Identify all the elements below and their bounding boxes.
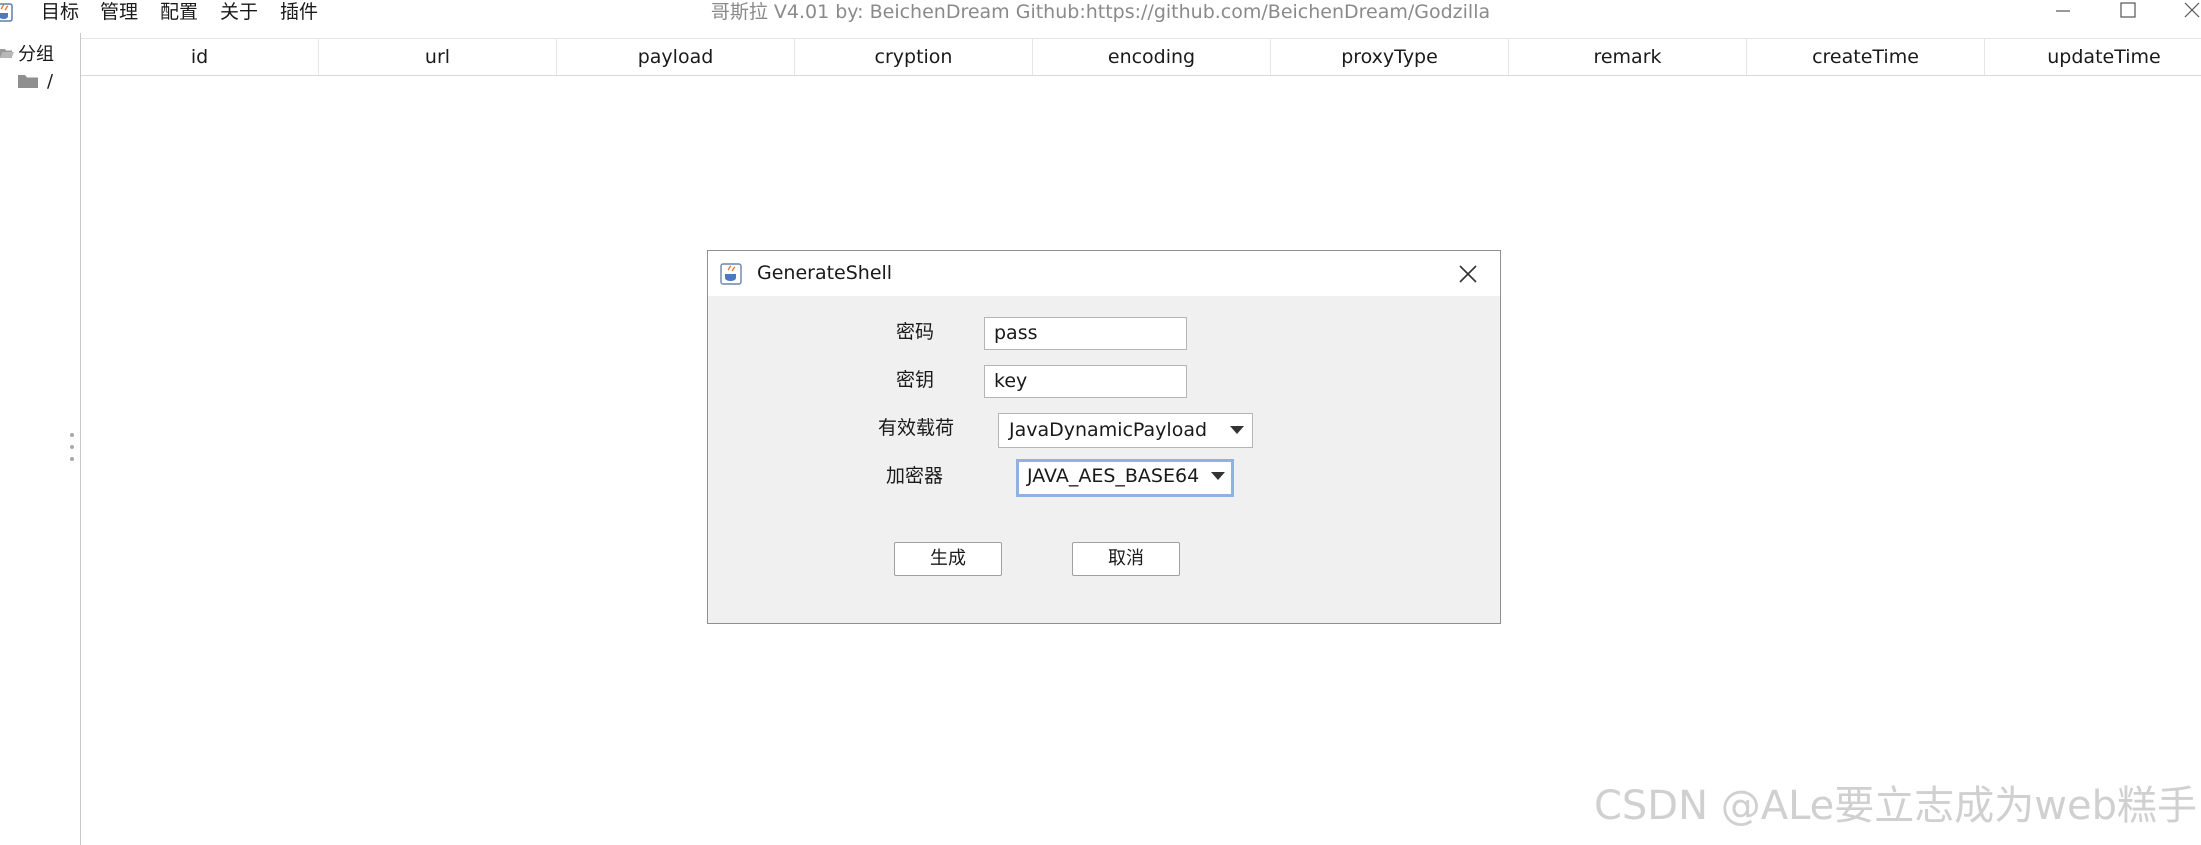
cryption-select-value: JAVA_AES_BASE64 (1027, 465, 1200, 487)
cryption-select[interactable]: JAVA_AES_BASE64 (1016, 459, 1234, 497)
tree-root-label: 分组 (18, 44, 54, 65)
title-menu-bar: 目标 管理 配置 关于 插件 哥斯拉 V4.01 by: BeichenDrea… (0, 0, 2201, 33)
window-title: 哥斯拉 V4.01 by: BeichenDream Github:https:… (710, 1, 1491, 23)
column-header-id[interactable]: id (81, 39, 319, 75)
open-folder-icon (0, 49, 14, 58)
key-label: 密钥 (896, 369, 935, 391)
payload-select[interactable]: JavaDynamicPayload (998, 413, 1253, 448)
splitter-grip-icon (69, 433, 75, 461)
column-header-updatetime[interactable]: updateTime (1985, 39, 2201, 75)
dialog-title-bar[interactable]: GenerateShell (708, 251, 1500, 296)
maximize-icon[interactable] (2110, 0, 2144, 24)
column-header-createtime[interactable]: createTime (1747, 39, 1985, 75)
table-header: id url payload cryption encoding proxyTy… (81, 38, 2201, 76)
column-header-url[interactable]: url (319, 39, 557, 75)
group-tree-panel: 分组 / (0, 33, 65, 845)
folder-icon (18, 75, 38, 88)
column-header-payload[interactable]: payload (557, 39, 795, 75)
generate-button[interactable]: 生成 (894, 542, 1002, 576)
tree-root-group[interactable]: 分组 (0, 42, 54, 65)
tree-item-label: / (47, 70, 54, 92)
column-header-proxytype[interactable]: proxyType (1271, 39, 1509, 75)
cancel-button[interactable]: 取消 (1072, 542, 1180, 576)
dialog-title: GenerateShell (757, 262, 893, 284)
close-icon[interactable] (1456, 262, 1480, 286)
cryption-label: 加密器 (886, 465, 944, 487)
tree-item-root-path[interactable]: / (17, 70, 53, 92)
password-label: 密码 (896, 321, 935, 343)
generate-shell-dialog: GenerateShell 密码 pass 密钥 key 有效载荷 JavaDy… (707, 250, 1501, 624)
chevron-down-icon (1211, 472, 1225, 480)
panel-splitter[interactable] (64, 33, 81, 845)
password-field[interactable]: pass (984, 317, 1187, 350)
minimize-icon[interactable] (2046, 0, 2080, 24)
java-coffee-icon (720, 263, 742, 285)
column-header-remark[interactable]: remark (1509, 39, 1747, 75)
column-header-encoding[interactable]: encoding (1033, 39, 1271, 75)
payload-label: 有效载荷 (878, 417, 955, 439)
chevron-down-icon (1230, 426, 1244, 434)
payload-select-value: JavaDynamicPayload (1009, 419, 1208, 441)
csdn-watermark: CSDN @ALe要立志成为web糕手 (1593, 783, 2197, 829)
column-header-cryption[interactable]: cryption (795, 39, 1033, 75)
key-field[interactable]: key (984, 365, 1187, 398)
close-icon[interactable] (2170, 0, 2201, 24)
